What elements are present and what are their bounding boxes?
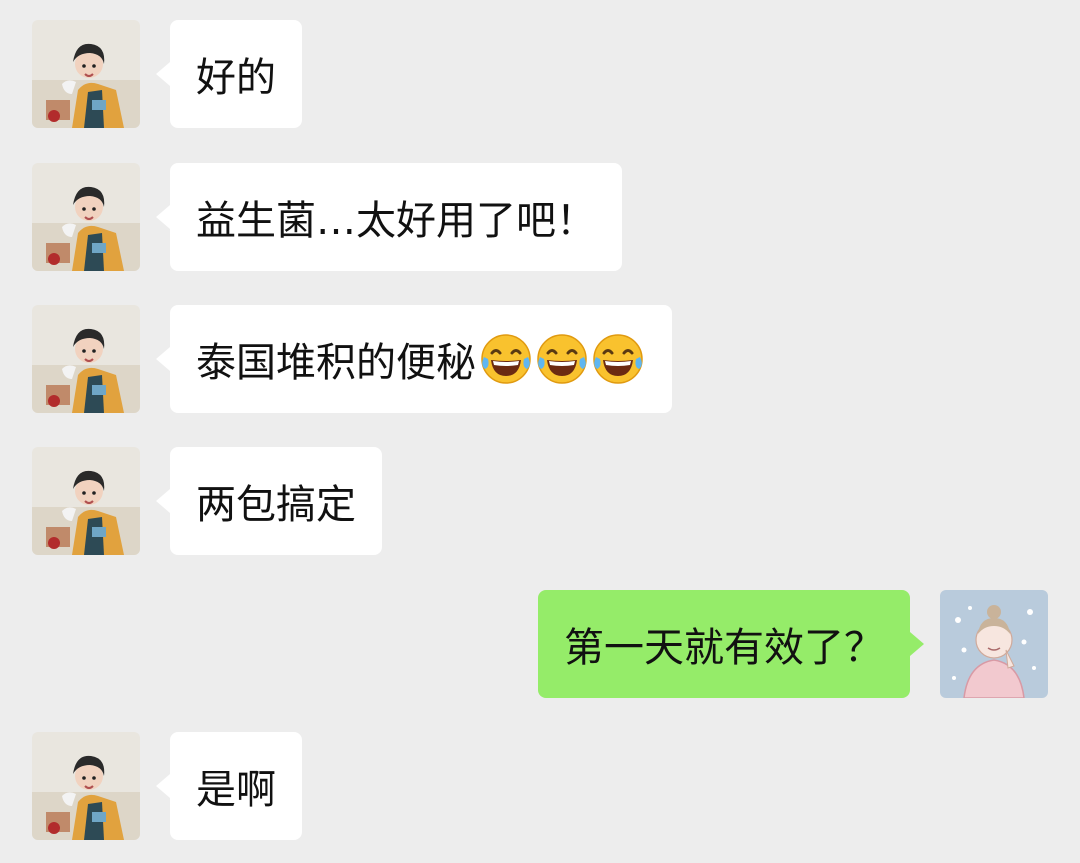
- emoji-group: [478, 331, 646, 387]
- message-text: 是啊: [196, 767, 276, 813]
- message-text: 两包搞定: [196, 482, 356, 528]
- message-row: 好的: [0, 20, 1080, 128]
- bubble-tail: [156, 205, 170, 229]
- message-text: 好的: [196, 55, 276, 101]
- bubble-tail: [156, 347, 170, 371]
- contact-avatar[interactable]: [32, 305, 140, 413]
- message-row: 泰国堆积的便秘: [0, 305, 1080, 413]
- photo-avatar-icon: [32, 305, 140, 413]
- message-bubble-incoming[interactable]: 两包搞定: [156, 447, 382, 555]
- contact-avatar[interactable]: [32, 20, 140, 128]
- laughing-tears-emoji: [481, 334, 531, 384]
- message-text: 泰国堆积的便秘: [196, 340, 476, 386]
- message-bubble-outgoing[interactable]: 第一天就有效了？: [538, 590, 924, 698]
- self-avatar[interactable]: [940, 590, 1048, 698]
- bubble-tail: [156, 774, 170, 798]
- message-row: 两包搞定: [0, 447, 1080, 555]
- bubble-tail: [156, 62, 170, 86]
- message-row: 第一天就有效了？: [0, 590, 1080, 698]
- chat-message-list: 好的 益生菌…太好用了吧！ 泰国堆积的便秘 两包搞定 第一天就有效了？ 是啊: [0, 0, 1080, 863]
- message-row: 是啊: [0, 732, 1080, 840]
- contact-avatar[interactable]: [32, 732, 140, 840]
- bubble-tail: [156, 489, 170, 513]
- message-bubble-incoming[interactable]: 好的: [156, 20, 302, 128]
- photo-avatar-icon: [32, 163, 140, 271]
- photo-avatar-icon: [32, 20, 140, 128]
- contact-avatar[interactable]: [32, 447, 140, 555]
- bubble-tail: [910, 632, 924, 656]
- photo-avatar-icon: [32, 732, 140, 840]
- message-bubble-incoming[interactable]: 泰国堆积的便秘: [156, 305, 672, 413]
- cartoon-avatar-icon: [940, 590, 1048, 698]
- laughing-tears-emoji: [593, 334, 643, 384]
- message-row: 益生菌…太好用了吧！: [0, 163, 1080, 271]
- contact-avatar[interactable]: [32, 163, 140, 271]
- message-bubble-incoming[interactable]: 是啊: [156, 732, 302, 840]
- laughing-tears-emoji: [537, 334, 587, 384]
- photo-avatar-icon: [32, 447, 140, 555]
- message-text: 益生菌…太好用了吧！: [196, 198, 596, 244]
- message-bubble-incoming[interactable]: 益生菌…太好用了吧！: [156, 163, 622, 271]
- message-text: 第一天就有效了？: [564, 625, 884, 671]
